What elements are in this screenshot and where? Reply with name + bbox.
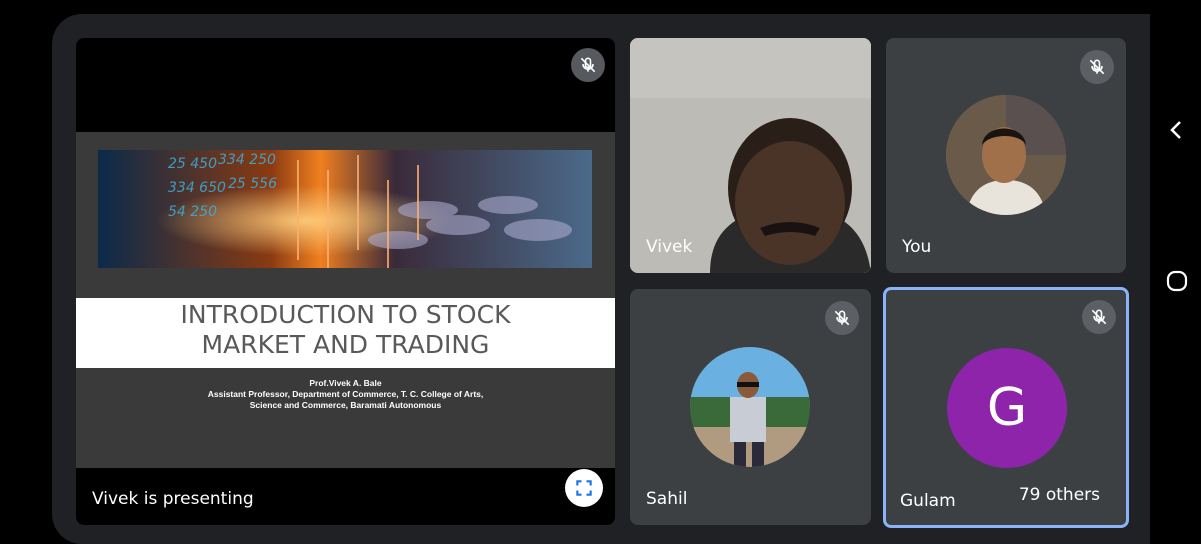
avatar — [690, 347, 810, 467]
svg-text:25 450: 25 450 — [168, 156, 217, 172]
slide-author: Prof.Vivek A. Bale — [309, 378, 382, 388]
mic-off-icon — [571, 48, 605, 82]
mic-off-icon — [1080, 50, 1114, 84]
participant-tile-vivek[interactable]: Vivek — [630, 38, 871, 273]
participant-tile-you[interactable]: You — [886, 38, 1126, 273]
others-count-button[interactable]: 79 others — [1004, 477, 1114, 513]
svg-text:334 650: 334 650 — [168, 180, 226, 196]
home-button[interactable] — [1166, 270, 1188, 297]
slide-title-line2: MARKET AND TRADING — [201, 330, 490, 359]
participant-name: Vivek — [646, 237, 693, 257]
avatar: G — [947, 348, 1067, 468]
slide-affiliation-line2: Science and Commerce, Baramati Autonomou… — [249, 400, 442, 410]
slide-affiliation-line1: Assistant Professor, Department of Comme… — [207, 389, 484, 399]
avatar — [946, 95, 1066, 215]
svg-text:54 250: 54 250 — [168, 204, 217, 220]
presenting-label: Vivek is presenting — [92, 489, 254, 509]
participant-tile-gulam[interactable]: G Gulam 79 others — [883, 287, 1129, 528]
fullscreen-icon — [576, 480, 592, 496]
slide-title: INTRODUCTION TO STOCK MARKET AND TRADING — [76, 298, 615, 368]
home-icon — [1166, 270, 1188, 292]
participant-name: Sahil — [646, 489, 688, 509]
slide: 25 450 334 250 334 650 25 556 54 250 INT… — [76, 132, 615, 468]
slide-author-block: Prof.Vivek A. Bale Assistant Professor, … — [76, 370, 615, 424]
slide-title-line1: INTRODUCTION TO STOCK — [180, 300, 511, 329]
system-nav-bar — [1150, 0, 1201, 540]
mic-off-icon — [1082, 300, 1116, 334]
chevron-left-icon — [1170, 121, 1181, 139]
mic-off-icon — [825, 301, 859, 335]
avatar-initial: G — [986, 378, 1028, 438]
fullscreen-button[interactable] — [565, 469, 603, 507]
participant-name: You — [902, 237, 932, 257]
participant-tile-sahil[interactable]: Sahil — [630, 289, 871, 525]
svg-text:334 250: 334 250 — [218, 152, 276, 168]
slide-banner-image: 25 450 334 250 334 650 25 556 54 250 — [98, 150, 592, 268]
back-button[interactable] — [1166, 118, 1186, 147]
presentation-tile[interactable]: 25 450 334 250 334 650 25 556 54 250 INT… — [76, 38, 615, 525]
participant-name: Gulam — [900, 491, 956, 511]
svg-text:25 556: 25 556 — [228, 176, 277, 192]
